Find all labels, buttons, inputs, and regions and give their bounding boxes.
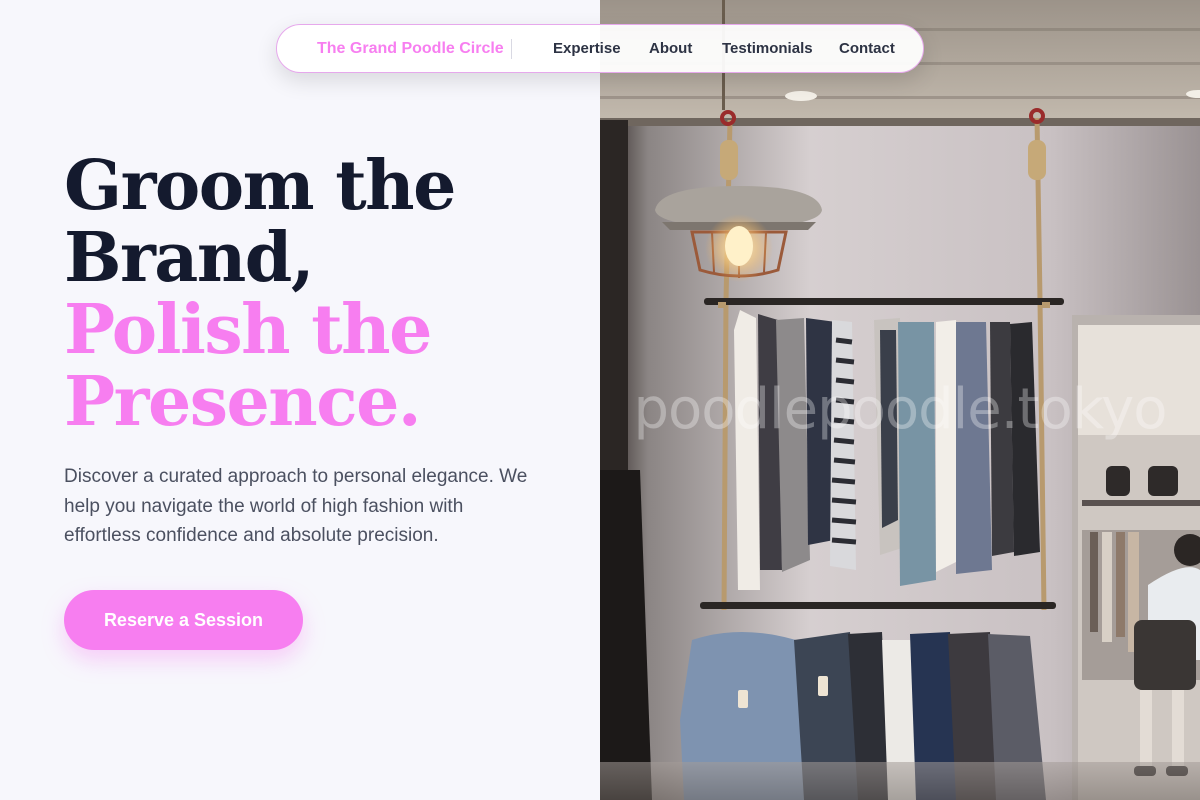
clothing-store-photo: poodlepoodle.tokyo	[600, 0, 1200, 800]
hero-image: poodlepoodle.tokyo	[600, 0, 1200, 800]
nav-link-about[interactable]: About	[649, 25, 692, 72]
nav-link-testimonials[interactable]: Testimonials	[722, 25, 813, 72]
hero-title-line-2: Brand,	[64, 218, 315, 298]
watermark-text: poodlepoodle.tokyo	[633, 377, 1166, 442]
hero-title-line-1: Groom the	[64, 146, 456, 226]
nav-link-expertise[interactable]: Expertise	[553, 25, 621, 72]
hero-highlight-line-2: Presence.	[64, 362, 422, 442]
hero-description: Discover a curated approach to personal …	[64, 466, 528, 546]
hero-title: Groom the Brand, Polish the Presence.	[64, 146, 456, 442]
hero-highlight-line-1: Polish the	[64, 290, 432, 370]
hero-section: Groom the Brand, Polish the Presence. Di…	[0, 0, 600, 800]
brand-logo-text[interactable]: The Grand Poodle Circle	[317, 25, 504, 72]
upper-garments	[734, 310, 1040, 590]
nav-link-contact[interactable]: Contact	[839, 25, 895, 72]
top-navigation: The Grand Poodle Circle Expertise About …	[276, 24, 924, 73]
reserve-session-button[interactable]: Reserve a Session	[64, 590, 303, 650]
nav-divider	[511, 39, 512, 59]
